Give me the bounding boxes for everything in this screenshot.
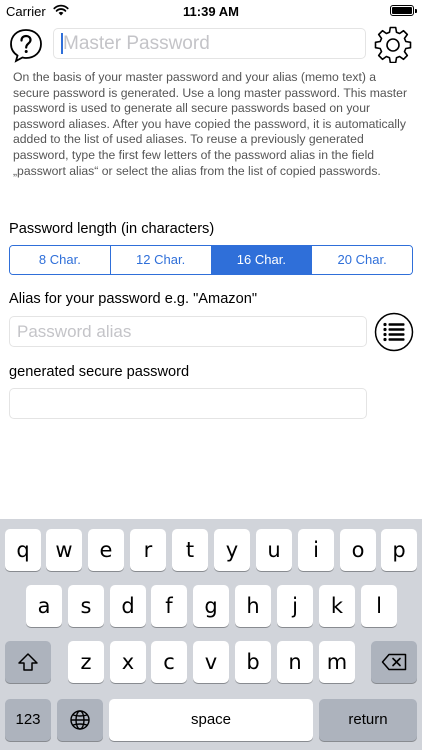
globe-icon [70,710,90,730]
key-l[interactable]: l [361,585,397,627]
globe-key[interactable] [57,699,103,741]
segment-16-char[interactable]: 16 Char. [211,246,313,274]
key-t[interactable]: t [172,529,208,571]
password-length-segmented-control: 8 Char. 12 Char. 16 Char. 20 Char. [9,245,413,275]
key-c[interactable]: c [151,641,187,683]
key-s[interactable]: s [68,585,104,627]
key-b[interactable]: b [235,641,271,683]
key-a[interactable]: a [26,585,62,627]
text-cursor [61,33,63,54]
key-d[interactable]: d [110,585,146,627]
master-password-input[interactable] [53,28,366,59]
key-h[interactable]: h [235,585,271,627]
alias-label: Alias for your password e.g. "Amazon" [9,291,258,307]
status-time: 11:39 AM [183,4,239,19]
shift-key[interactable] [5,641,51,683]
key-u[interactable]: u [256,529,292,571]
generated-password-field[interactable] [9,388,367,419]
space-key[interactable]: space [109,699,313,741]
key-g[interactable]: g [193,585,229,627]
key-p[interactable]: p [381,529,417,571]
password-length-label: Password length (in characters) [9,221,215,237]
password-alias-input[interactable] [9,316,367,347]
key-z[interactable]: z [68,641,104,683]
backspace-icon [381,653,407,671]
backspace-key[interactable] [371,641,417,683]
generated-password-label: generated secure password [9,364,190,380]
key-f[interactable]: f [151,585,187,627]
app-description: On the basis of your master password and… [13,70,408,178]
status-bar: Carrier 11:39 AM [0,0,422,22]
key-n[interactable]: n [277,641,313,683]
key-y[interactable]: y [214,529,250,571]
list-icon[interactable] [374,312,414,352]
shift-icon [18,653,38,671]
help-bubble-icon[interactable] [8,27,44,63]
key-o[interactable]: o [340,529,376,571]
key-i[interactable]: i [298,529,334,571]
segment-8-char[interactable]: 8 Char. [10,246,111,274]
keyboard: q w e r t y u i o p a s d f g h j k l z … [0,519,422,750]
key-r[interactable]: r [130,529,166,571]
numbers-key[interactable]: 123 [5,699,51,741]
key-k[interactable]: k [319,585,355,627]
key-q[interactable]: q [5,529,41,571]
key-x[interactable]: x [110,641,146,683]
key-m[interactable]: m [319,641,355,683]
battery-icon [390,5,417,16]
key-j[interactable]: j [277,585,313,627]
return-key[interactable]: return [319,699,417,741]
segment-20-char[interactable]: 20 Char. [312,246,412,274]
key-e[interactable]: e [88,529,124,571]
gear-icon[interactable] [374,25,412,63]
key-w[interactable]: w [46,529,82,571]
key-v[interactable]: v [193,641,229,683]
segment-12-char[interactable]: 12 Char. [110,246,212,274]
